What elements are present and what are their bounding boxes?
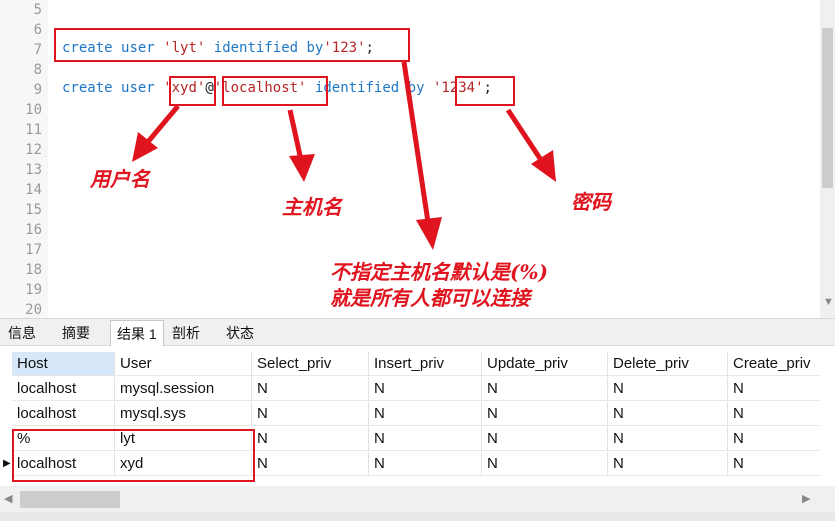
table-cell[interactable]: N <box>608 402 728 426</box>
scroll-left-arrow-icon[interactable]: ◀ <box>4 492 12 505</box>
tab-result-1[interactable]: 结果 1 <box>110 320 164 347</box>
column-header[interactable]: Insert_priv <box>369 352 482 376</box>
arrow-line-hostname <box>287 109 304 161</box>
table-cell[interactable]: N <box>369 427 482 451</box>
highlight-box-new-users <box>12 429 255 482</box>
table-cell[interactable]: N <box>252 427 369 451</box>
table-cell[interactable]: N <box>728 402 820 426</box>
arrow-head-default-host <box>416 217 442 250</box>
table-cell[interactable]: N <box>728 377 820 401</box>
result-tab-bar: 信息 摘要 结果 1 剖析 状态 <box>0 318 835 347</box>
column-header[interactable]: Delete_priv <box>608 352 728 376</box>
table-cell[interactable]: mysql.session <box>115 377 252 401</box>
tab-status[interactable]: 状态 <box>226 323 254 343</box>
annotation-hostname: 主机名 <box>282 195 342 219</box>
column-header[interactable]: Select_priv <box>252 352 369 376</box>
column-header[interactable]: Update_priv <box>482 352 608 376</box>
table-cell[interactable]: N <box>252 452 369 476</box>
grid-scroll-thumb[interactable] <box>20 491 120 508</box>
arrow-line-password <box>505 108 544 162</box>
table-cell[interactable]: N <box>252 377 369 401</box>
annotation-note-line2: 就是所有人都可以连接 <box>330 286 530 310</box>
table-cell[interactable]: N <box>252 402 369 426</box>
table-cell[interactable]: N <box>608 377 728 401</box>
status-bar <box>0 512 835 521</box>
table-cell[interactable]: N <box>608 452 728 476</box>
table-cell[interactable]: localhost <box>12 402 115 426</box>
table-cell[interactable]: mysql.sys <box>115 402 252 426</box>
arrow-head-hostname <box>289 154 315 182</box>
current-row-indicator-icon: ▶ <box>3 458 11 469</box>
table-cell[interactable]: N <box>369 402 482 426</box>
tab-info[interactable]: 信息 <box>8 323 36 343</box>
column-header[interactable]: Host <box>12 352 115 376</box>
arrow-line-default-host <box>401 61 431 223</box>
annotation-note-line1: 不指定主机名默认是(%) <box>330 260 548 284</box>
column-header[interactable]: User <box>115 352 252 376</box>
column-header[interactable]: Create_priv <box>728 352 820 376</box>
annotation-username: 用户名 <box>90 167 150 191</box>
table-cell[interactable]: N <box>728 427 820 451</box>
annotation-password: 密码 <box>571 190 611 214</box>
sql-editor[interactable]: 5 6 7 8 9 10 11 12 13 14 15 16 17 18 19 … <box>0 0 820 318</box>
arrow-line-username <box>145 104 180 145</box>
table-cell[interactable]: N <box>728 452 820 476</box>
editor-scroll-thumb[interactable] <box>822 28 833 188</box>
grid-horizontal-scrollbar[interactable] <box>0 486 835 512</box>
table-cell[interactable]: N <box>608 427 728 451</box>
table-cell[interactable]: N <box>482 402 608 426</box>
table-cell[interactable]: N <box>369 452 482 476</box>
table-cell[interactable]: N <box>369 377 482 401</box>
scroll-right-arrow-icon[interactable]: ▶ <box>802 492 810 505</box>
table-cell[interactable]: localhost <box>12 377 115 401</box>
tab-profile[interactable]: 剖析 <box>172 323 200 343</box>
tab-summary[interactable]: 摘要 <box>62 323 90 343</box>
table-cell[interactable]: N <box>482 452 608 476</box>
table-cell[interactable]: N <box>482 427 608 451</box>
scroll-down-arrow-icon[interactable]: ▼ <box>823 296 834 308</box>
table-cell[interactable]: N <box>482 377 608 401</box>
